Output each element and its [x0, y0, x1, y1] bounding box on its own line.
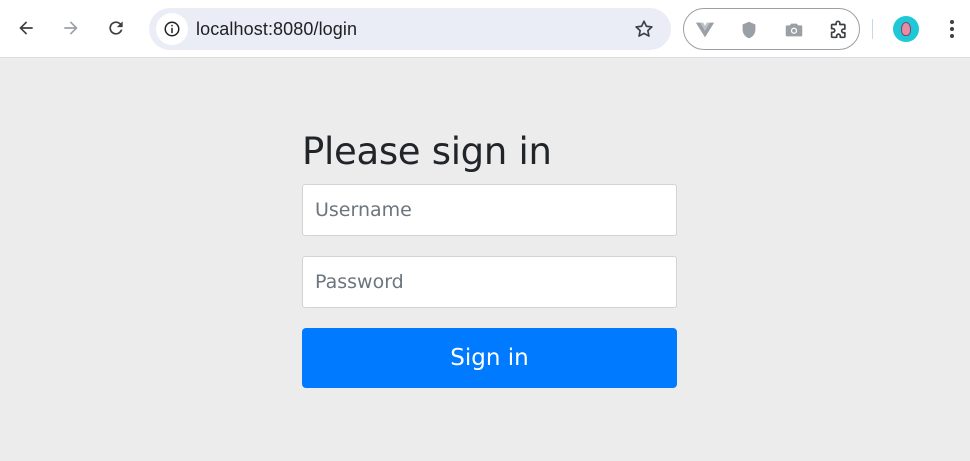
- site-info-button[interactable]: [156, 13, 188, 45]
- page-title: Please sign in: [302, 130, 552, 173]
- star-icon: [635, 20, 653, 37]
- sign-in-button[interactable]: Sign in: [302, 328, 677, 388]
- bookmark-button[interactable]: [632, 17, 656, 41]
- extensions-group: [683, 8, 860, 50]
- puzzle-icon: [830, 20, 846, 39]
- reload-button[interactable]: [99, 11, 133, 45]
- password-input[interactable]: [302, 256, 677, 308]
- profile-avatar[interactable]: [893, 16, 919, 42]
- browser-menu-button[interactable]: [940, 16, 964, 42]
- username-input[interactable]: [302, 184, 677, 236]
- kebab-menu-icon: [950, 20, 954, 38]
- login-form: Please sign in Sign in: [302, 128, 677, 388]
- url-text[interactable]: localhost:8080/login: [196, 19, 357, 40]
- extensions-menu-button[interactable]: [826, 18, 850, 42]
- browser-toolbar: localhost:8080/login: [0, 0, 970, 58]
- shield-extension[interactable]: [737, 18, 761, 42]
- address-bar[interactable]: localhost:8080/login: [149, 8, 671, 50]
- camera-icon: [785, 23, 803, 37]
- avatar-figure: [901, 22, 911, 36]
- vue-devtools-extension[interactable]: [693, 18, 717, 42]
- shield-icon: [742, 21, 756, 39]
- forward-button[interactable]: [54, 11, 88, 45]
- back-button[interactable]: [9, 11, 43, 45]
- vue-devtools-icon: [695, 22, 715, 38]
- toolbar-divider: [872, 19, 873, 39]
- reload-icon: [109, 21, 123, 35]
- arrow-left-icon: [19, 21, 33, 35]
- info-icon: [164, 21, 180, 37]
- camera-extension[interactable]: [782, 18, 806, 42]
- arrow-right-icon: [64, 21, 78, 35]
